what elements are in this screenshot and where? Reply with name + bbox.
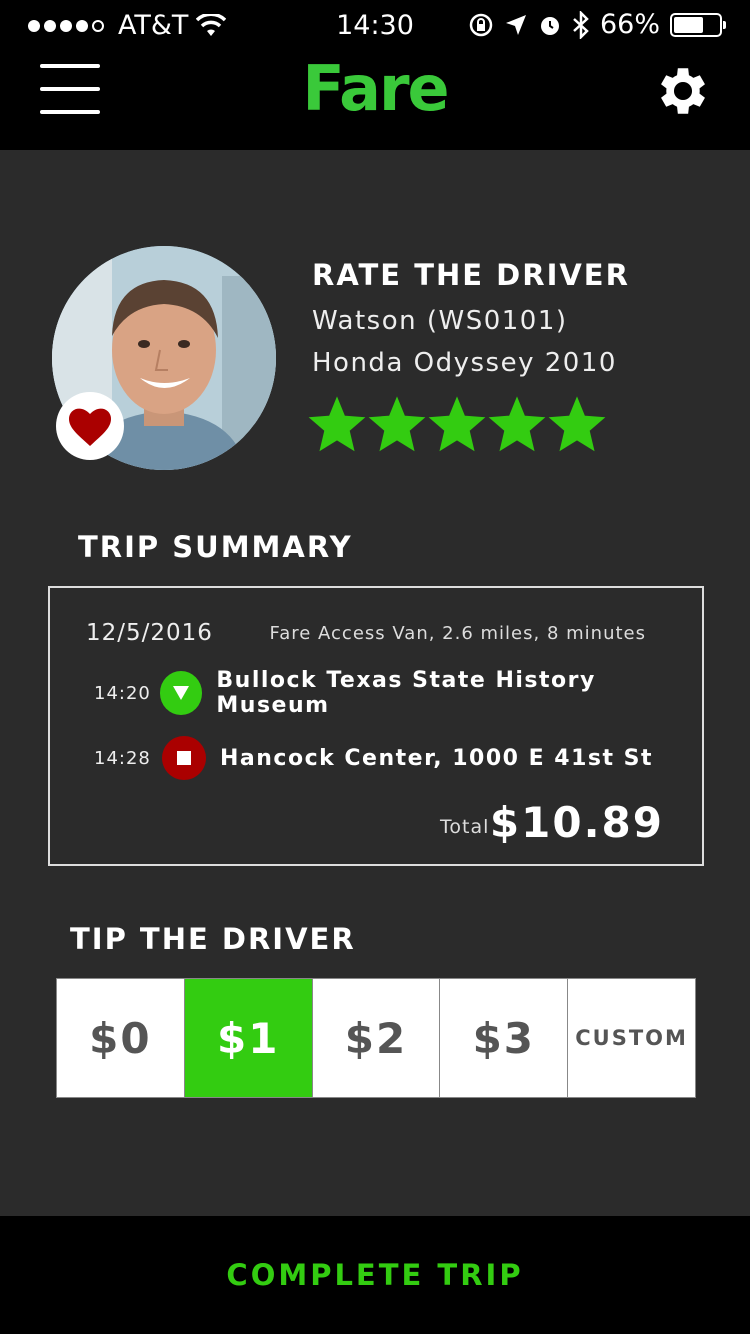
tip-option-3[interactable]: $3 xyxy=(440,979,569,1097)
dropoff-row: 14:28 Hancock Center, 1000 E 41st St xyxy=(94,736,653,780)
rate-driver-title: RATE THE DRIVER xyxy=(312,258,630,292)
tip-driver-title: TIP THE DRIVER xyxy=(70,922,356,956)
tip-option-2[interactable]: $2 xyxy=(312,979,441,1097)
trip-date: 12/5/2016 xyxy=(86,620,213,646)
status-bar: AT&T 14:30 66% xyxy=(0,0,750,52)
pickup-marker-icon xyxy=(159,671,203,715)
total-label: Total xyxy=(440,816,490,838)
trip-details: Fare Access Van, 2.6 miles, 8 minutes xyxy=(269,623,646,644)
star-1-icon[interactable] xyxy=(308,396,366,454)
gear-icon[interactable] xyxy=(652,60,714,122)
tip-option-1[interactable]: $1 xyxy=(184,979,313,1097)
dropoff-marker-icon xyxy=(162,736,206,780)
bluetooth-icon xyxy=(573,10,589,39)
tip-option-0[interactable]: $0 xyxy=(57,979,185,1097)
tip-option-custom[interactable]: CUSTOM xyxy=(568,979,695,1097)
favorite-driver-button[interactable] xyxy=(56,392,124,460)
star-2-icon[interactable] xyxy=(368,396,426,454)
dropoff-time: 14:28 xyxy=(94,747,151,769)
pickup-time: 14:20 xyxy=(94,682,151,704)
battery-icon xyxy=(670,12,726,37)
battery-percent: 66% xyxy=(599,9,660,40)
heart-icon xyxy=(68,408,112,446)
complete-trip-button[interactable]: COMPLETE TRIP xyxy=(0,1216,750,1334)
battery-level xyxy=(674,16,704,33)
location-arrow-icon xyxy=(505,14,526,35)
star-5-icon[interactable] xyxy=(548,396,606,454)
top-bar: AT&T 14:30 66% Fare xyxy=(0,0,750,150)
alarm-icon xyxy=(540,16,559,35)
rotation-lock-icon xyxy=(469,13,493,36)
driver-name: Watson (WS0101) xyxy=(312,306,568,336)
pickup-row: 14:20 Bullock Texas State History Museum xyxy=(94,668,702,718)
driver-vehicle: Honda Odyssey 2010 xyxy=(312,348,617,378)
total-amount: $10.89 xyxy=(489,798,664,847)
trip-summary-card: 12/5/2016 Fare Access Van, 2.6 miles, 8 … xyxy=(48,586,704,866)
trip-summary-title: TRIP SUMMARY xyxy=(78,530,353,564)
tip-options: $0 $1 $2 $3 CUSTOM xyxy=(56,978,696,1098)
star-rating xyxy=(308,396,606,454)
star-4-icon[interactable] xyxy=(488,396,546,454)
star-3-icon[interactable] xyxy=(428,396,486,454)
pickup-place: Bullock Texas State History Museum xyxy=(216,668,596,718)
status-right: 66% xyxy=(468,9,726,40)
brand-logo: Fare xyxy=(302,52,449,125)
dropoff-place: Hancock Center, 1000 E 41st St xyxy=(220,745,654,771)
